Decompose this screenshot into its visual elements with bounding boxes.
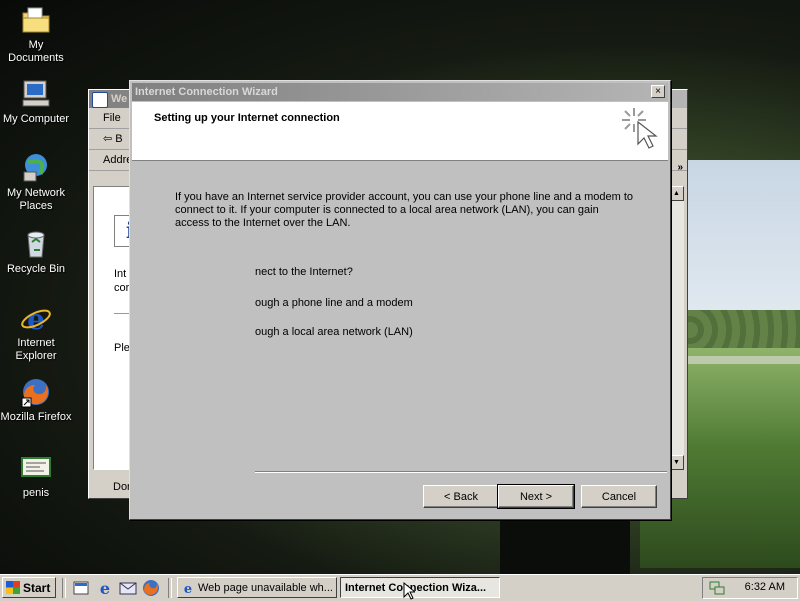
wizard-heading: Setting up your Internet connection — [154, 112, 340, 124]
show-desktop-icon[interactable] — [72, 579, 90, 597]
firefox-icon — [21, 379, 49, 408]
ie-icon[interactable]: e — [96, 579, 114, 597]
wallpaper-path — [680, 356, 800, 364]
desktop-icon-my-documents[interactable]: My Documents — [0, 4, 72, 65]
recycle-bin-icon — [27, 231, 45, 258]
firefox-icon[interactable] — [142, 579, 160, 597]
back-label[interactable]: B — [115, 133, 122, 145]
cursor-sparkle-icon — [622, 108, 658, 149]
taskbar-task-wizard[interactable]: Internet Connection Wiza... — [340, 577, 500, 598]
wizard-title: Internet Connection Wizard — [135, 86, 278, 98]
desktop-icon-label: Mozilla Firefox — [0, 411, 72, 423]
content-line: Ple — [114, 342, 130, 354]
desktop-icon-label: Recycle Bin — [6, 263, 66, 275]
task-label: Web page unavailable wh... — [198, 581, 333, 594]
desktop-icon-my-network-places[interactable]: My Network Places — [0, 152, 72, 213]
ie-icon — [92, 92, 108, 108]
menu-file[interactable]: File — [103, 112, 121, 124]
content-line: Int — [114, 268, 127, 280]
desktop-icon-internet-explorer[interactable]: e Internet Explorer — [0, 302, 72, 363]
desktop-icon-label: My Computer — [2, 113, 70, 125]
network-tray-icon[interactable] — [709, 580, 725, 596]
ie-icon: e — [184, 582, 192, 595]
mouse-pointer-icon — [403, 582, 415, 600]
desktop-icon-document[interactable]: penis — [0, 452, 72, 500]
browser-title: We — [111, 93, 128, 105]
scroll-up-icon[interactable]: ▲ — [669, 186, 684, 201]
windows-flag-icon — [6, 581, 20, 594]
start-label: Start — [23, 580, 51, 595]
taskbar-separator — [168, 578, 172, 598]
taskbar-task-browser[interactable]: e Web page unavailable wh... — [177, 577, 337, 598]
outlook-icon[interactable] — [119, 579, 137, 597]
desktop-icon-label: penis — [22, 487, 50, 499]
wizard-title-bar[interactable]: Internet Connection Wizard × — [132, 83, 668, 101]
start-button[interactable]: Start — [2, 577, 56, 598]
svg-text:e: e — [184, 582, 192, 595]
desktop-icon-mozilla-firefox[interactable]: Mozilla Firefox — [0, 376, 72, 424]
system-tray: 6:32 AM — [702, 577, 798, 599]
content-line: cor — [114, 282, 130, 294]
toolbar-chevron-icon[interactable]: » — [677, 162, 683, 173]
task-label: Internet Connection Wiza... — [345, 581, 487, 594]
wizard-intro-text: If you have an Internet service provider… — [175, 191, 633, 229]
document-icon — [21, 457, 51, 477]
computer-icon — [22, 80, 50, 107]
folder-icon — [22, 7, 50, 33]
wallpaper-trees — [680, 310, 800, 350]
desktop-icon-label: Internet Explorer — [15, 337, 57, 362]
option-phone-line[interactable]: ough a phone line and a modem — [255, 297, 413, 309]
next-button[interactable]: Next > — [497, 484, 575, 509]
desktop-icon-label: My Documents — [8, 39, 64, 64]
ie-icon: e — [21, 303, 51, 334]
back-button[interactable]: < Back — [423, 485, 499, 508]
taskbar: Start e e Web page unavailable wh... Int… — [0, 574, 800, 601]
desktop-icon-my-computer[interactable]: My Computer — [0, 78, 72, 126]
clock[interactable]: 6:32 AM — [745, 581, 785, 593]
wizard-question: nect to the Internet? — [255, 266, 353, 278]
address-label: Addre — [103, 154, 133, 166]
taskbar-separator — [62, 578, 66, 598]
svg-text:e: e — [27, 303, 45, 334]
desktop-icon-recycle-bin[interactable]: Recycle Bin — [0, 228, 72, 276]
button-separator — [255, 471, 667, 473]
svg-text:e: e — [100, 579, 110, 597]
close-button[interactable]: × — [651, 85, 665, 98]
desktop-icon-label: My Network Places — [6, 187, 66, 212]
cancel-button[interactable]: Cancel — [581, 485, 657, 508]
back-arrow-icon[interactable]: ⇦ — [103, 133, 115, 145]
option-lan[interactable]: ough a local area network (LAN) — [255, 326, 413, 338]
scroll-down-icon[interactable]: ▼ — [669, 455, 684, 470]
internet-connection-wizard-dialog[interactable]: Internet Connection Wizard × Setting up … — [129, 80, 671, 520]
wizard-header: Setting up your Internet connection — [132, 102, 668, 161]
network-icon — [23, 154, 47, 182]
